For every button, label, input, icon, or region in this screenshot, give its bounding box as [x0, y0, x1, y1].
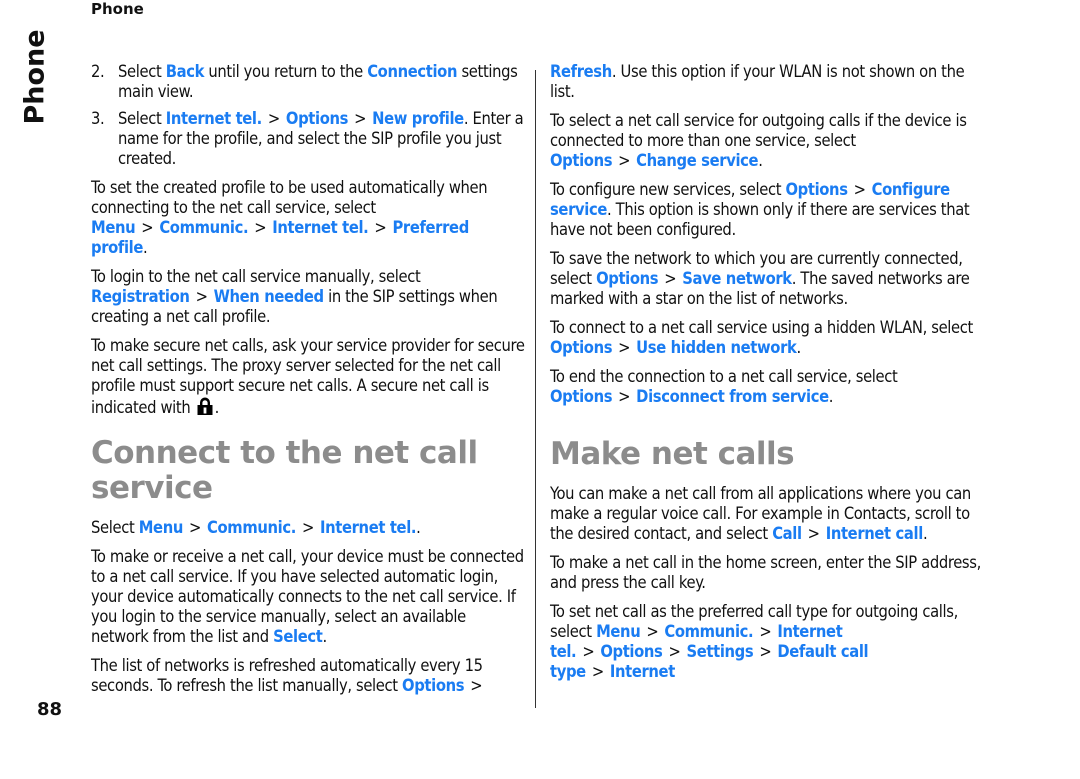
section-heading-make-calls: Make net calls — [550, 436, 795, 472]
paragraph-disconnect: To end the connection to a net call serv… — [550, 367, 898, 406]
paragraph-auto-profile: To set the created profile to be used au… — [91, 178, 488, 257]
menu-path-change-service[interactable]: Change service — [636, 151, 758, 170]
menu-path-options[interactable]: Options — [550, 151, 613, 170]
menu-path-save-network[interactable]: Save network — [682, 269, 792, 288]
menu-path-menu[interactable]: Menu — [596, 622, 641, 641]
menu-path-disconnect-from-service[interactable]: Disconnect from service — [636, 387, 829, 406]
menu-path-communic[interactable]: Communic. — [159, 218, 248, 237]
menu-path-use-hidden-network[interactable]: Use hidden network — [636, 338, 797, 357]
paragraph-change-service: To select a net call service for outgoin… — [550, 111, 967, 170]
paragraph-home-screen: To make a net call in the home screen, e… — [550, 553, 981, 592]
paragraph-make-call: You can make a net call from all applica… — [550, 484, 971, 543]
paragraph-configure-service: To configure new services, select Option… — [550, 180, 970, 239]
side-tab-label: Phone — [19, 29, 51, 125]
menu-path-internet[interactable]: Internet — [610, 662, 675, 681]
step-2: 2. Select Back until you return to the Co… — [91, 62, 518, 101]
menu-path-refresh[interactable]: Refresh — [550, 62, 612, 81]
paragraph-preferred-type: To set net call as the preferred call ty… — [550, 602, 958, 681]
menu-path-options[interactable]: Options — [402, 676, 465, 695]
separator-chevron: > — [354, 109, 367, 128]
paragraph-hidden-wlan: To connect to a net call service using a… — [550, 318, 973, 357]
menu-path-options[interactable]: Options — [785, 180, 848, 199]
menu-path-internet-tel[interactable]: Internet tel. — [166, 109, 263, 128]
menu-path-menu[interactable]: Menu — [91, 218, 136, 237]
menu-path-connection[interactable]: Connection — [367, 62, 457, 81]
side-tab: Phone — [12, 29, 58, 125]
paragraph-manual-login: To login to the net call service manuall… — [91, 267, 498, 326]
separator-chevron: > — [267, 109, 280, 128]
step-3: 3. Select Internet tel. > Options > New profi… — [91, 109, 524, 168]
paragraph-select-path: Select Menu > Communic. > Internet tel.. — [91, 518, 421, 537]
menu-path-select[interactable]: Select — [273, 627, 323, 646]
menu-path-options[interactable]: Options — [596, 269, 659, 288]
menu-path-registration[interactable]: Registration — [91, 287, 190, 306]
running-head: Phone — [91, 0, 144, 18]
menu-path-settings[interactable]: Settings — [687, 642, 754, 661]
menu-path-internet-tel[interactable]: Internet tel. — [272, 218, 369, 237]
page-number: 88 — [37, 699, 63, 720]
lock-icon — [197, 397, 213, 415]
paragraph-secure-calls: To make secure net calls, ask your servi… — [91, 336, 525, 417]
menu-path-options[interactable]: Options — [550, 338, 613, 357]
paragraph-connect-info: To make or receive a net call, your devi… — [91, 547, 524, 646]
steps-list: 2. Select Back until you return to the Co… — [91, 62, 527, 169]
column-divider — [535, 70, 536, 708]
section-heading-connect: Connect to the net call service — [91, 435, 478, 506]
menu-path-options[interactable]: Options — [600, 642, 663, 661]
right-column: Refresh. Use this option if your WLAN is… — [550, 62, 990, 691]
left-column: 2. Select Back until you return to the Co… — [91, 62, 527, 705]
paragraph-refresh-list: The list of networks is refreshed automa… — [91, 656, 483, 695]
menu-path-when-needed[interactable]: When needed — [214, 287, 325, 306]
menu-path-communic[interactable]: Communic. — [664, 622, 753, 641]
paragraph-refresh: Refresh. Use this option if your WLAN is… — [550, 62, 965, 101]
menu-path-internet-call[interactable]: Internet call — [826, 524, 924, 543]
menu-path-options[interactable]: Options — [550, 387, 613, 406]
paragraph-save-network: To save the network to which you are cur… — [550, 249, 970, 308]
menu-path-call[interactable]: Call — [772, 524, 802, 543]
menu-path-options[interactable]: Options — [286, 109, 349, 128]
menu-path-menu[interactable]: Menu — [139, 518, 184, 537]
menu-path-new-profile[interactable]: New profile — [372, 109, 464, 128]
menu-path-back[interactable]: Back — [166, 62, 205, 81]
menu-path-communic[interactable]: Communic. — [207, 518, 296, 537]
menu-path-internet-tel[interactable]: Internet tel. — [320, 518, 417, 537]
